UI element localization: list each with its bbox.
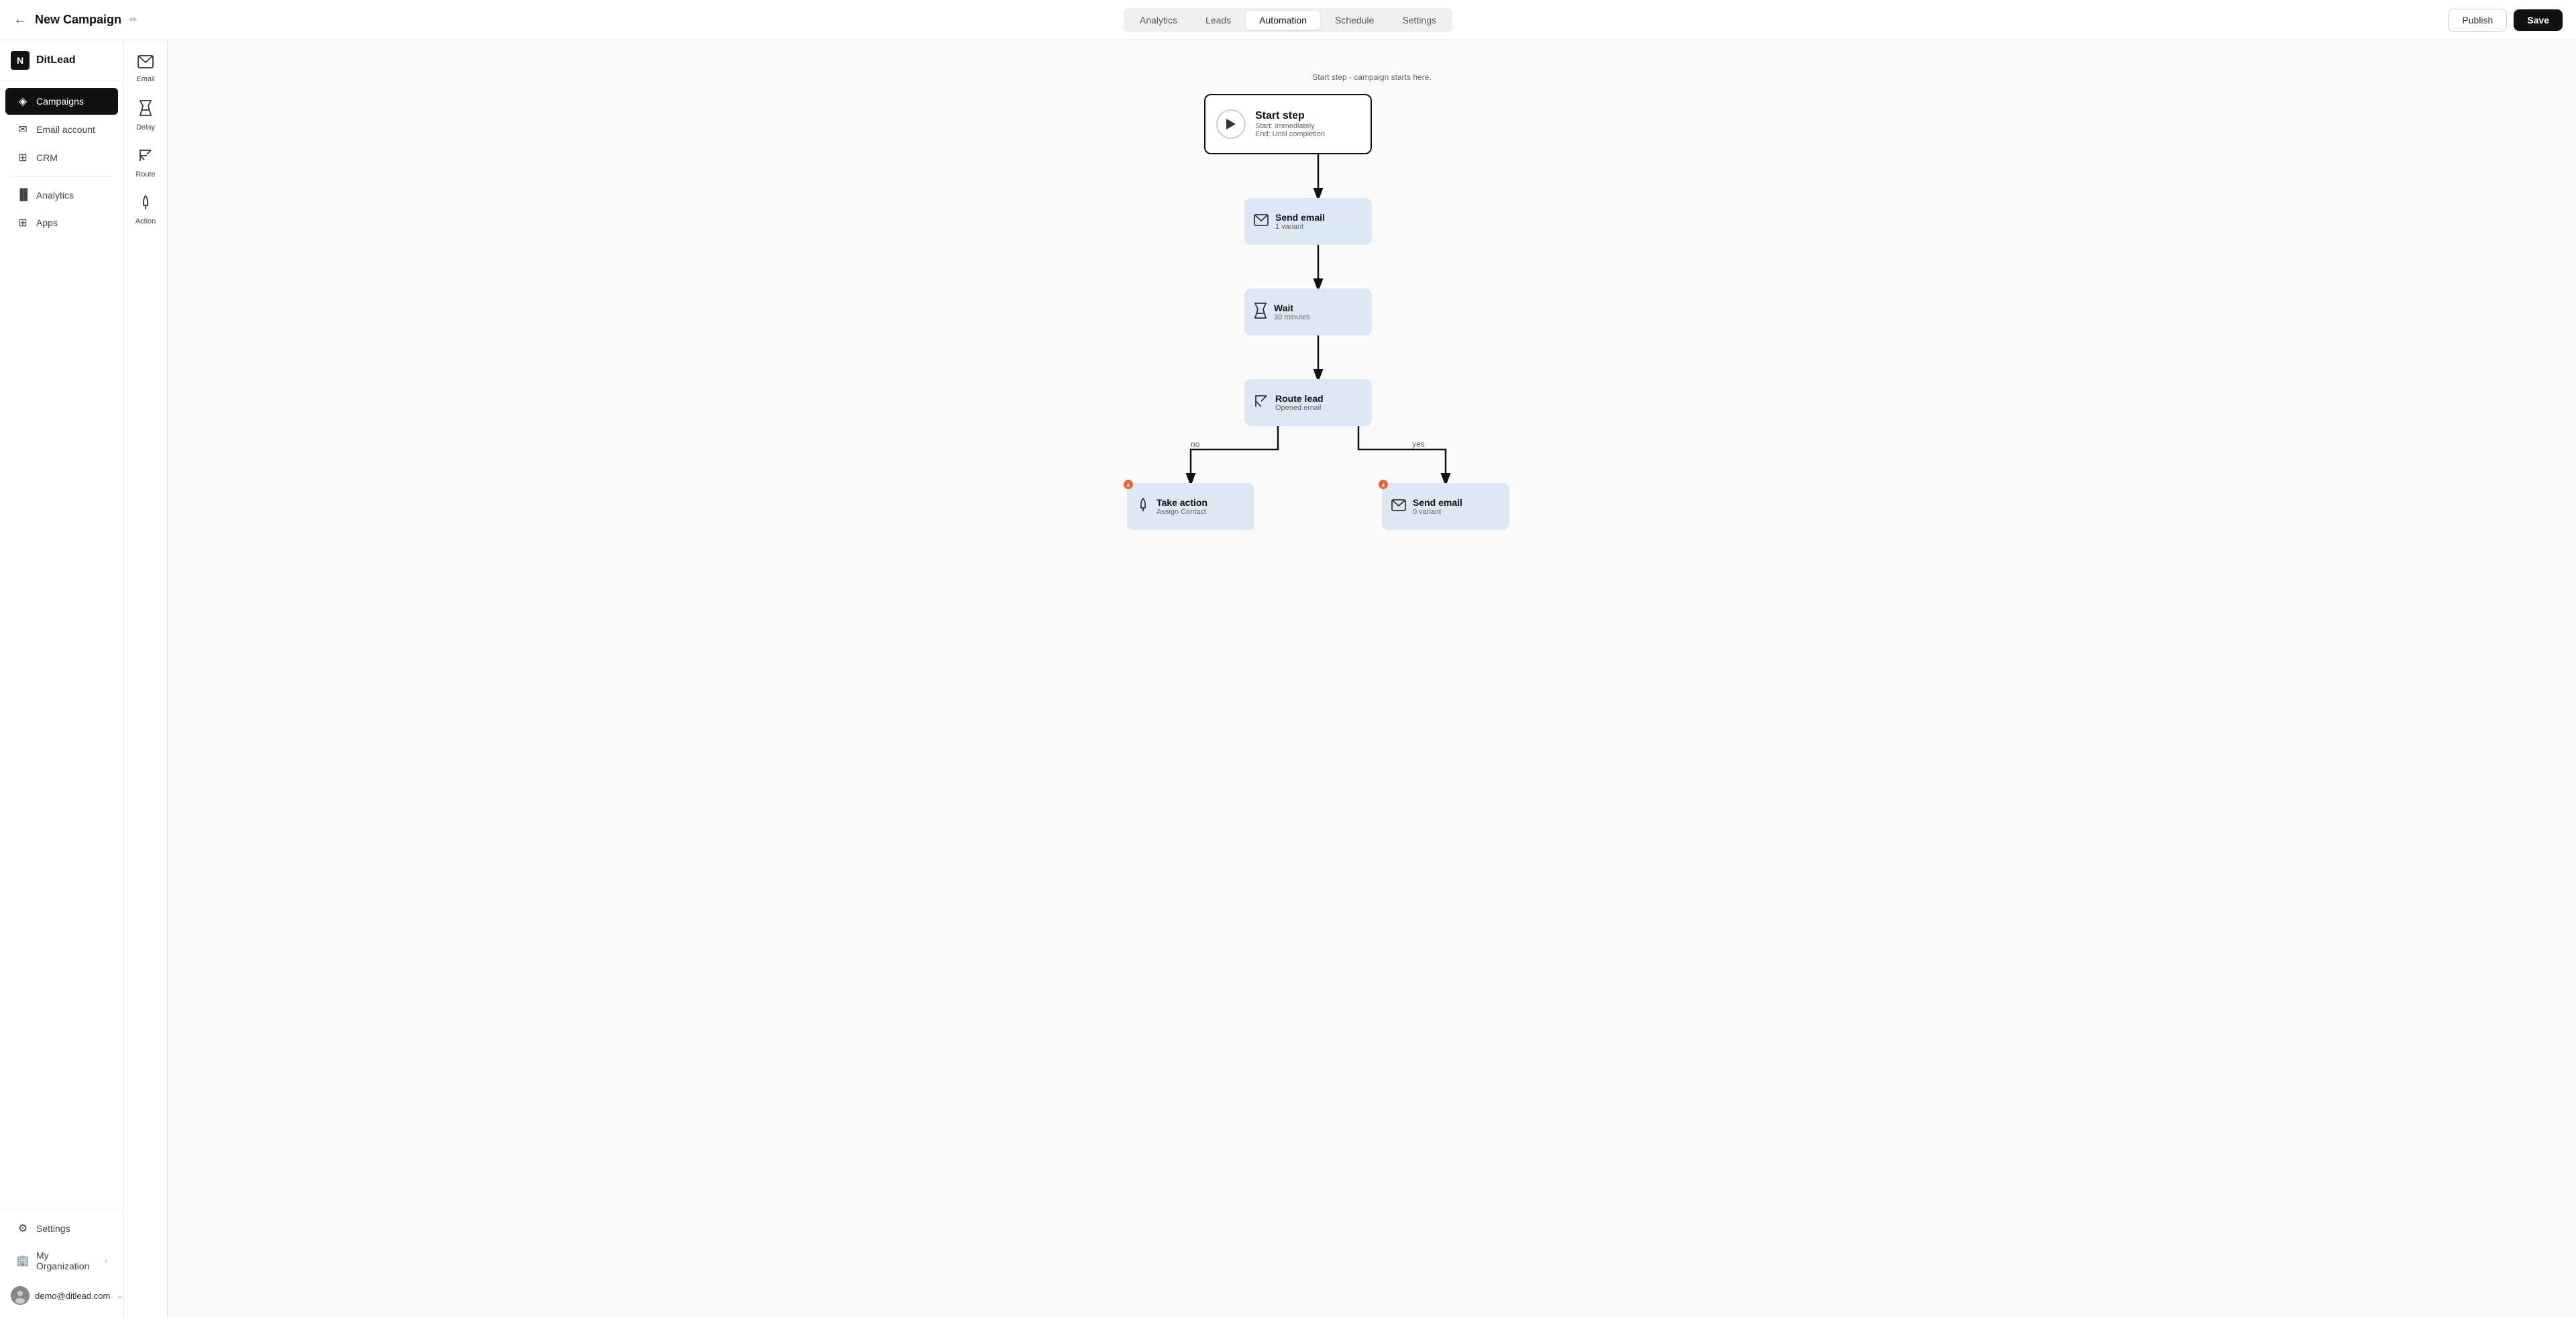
- tab-schedule[interactable]: Schedule: [1322, 11, 1387, 30]
- sidebar-item-label: Email account: [36, 124, 95, 135]
- tool-route[interactable]: Route: [127, 141, 164, 185]
- topbar: ← New Campaign ✏ Analytics Leads Automat…: [0, 0, 2576, 40]
- tab-group: Analytics Leads Automation Schedule Sett…: [1124, 8, 1452, 32]
- tool-email-label: Email: [136, 75, 155, 83]
- wait-title: Wait: [1274, 303, 1310, 313]
- brand-icon: N: [11, 51, 30, 70]
- branch-yes-label: yes: [1412, 439, 1425, 449]
- tool-panel: Email Delay Route: [124, 40, 168, 1317]
- tab-automation[interactable]: Automation: [1246, 11, 1320, 30]
- sidebar-item-settings[interactable]: ⚙ Settings: [5, 1215, 118, 1242]
- topbar-tabs: Analytics Leads Automation Schedule Sett…: [161, 8, 2415, 32]
- send-email-2-title: Send email: [1413, 497, 1462, 508]
- wait-sub: 30 minutes: [1274, 313, 1310, 321]
- sidebar-item-label: Analytics: [36, 190, 74, 201]
- node-take-action[interactable]: ▲ Take action Assign Contact: [1127, 483, 1254, 530]
- sidebar-item-analytics[interactable]: ▐▌ Analytics: [5, 182, 118, 208]
- route-icon: [1254, 394, 1269, 412]
- apps-icon: ⊞: [16, 216, 30, 229]
- nav-divider: [11, 176, 113, 177]
- send-email-1-title: Send email: [1275, 212, 1325, 223]
- canvas: Start step - campaign starts here. Start…: [168, 40, 2576, 1317]
- flow-arrows: [902, 40, 1841, 644]
- settings-icon: ⚙: [16, 1222, 30, 1235]
- tool-action-label: Action: [136, 217, 156, 225]
- sidebar-item-crm[interactable]: ⊞ CRM: [5, 144, 118, 171]
- save-button[interactable]: Save: [2514, 9, 2563, 31]
- sidebar-item-label: My Organization: [36, 1250, 98, 1271]
- node-route[interactable]: Route lead Opened email: [1244, 379, 1372, 426]
- tab-leads[interactable]: Leads: [1192, 11, 1244, 30]
- tab-settings[interactable]: Settings: [1389, 11, 1450, 30]
- sidebar: N DitLead ◈ Campaigns ✉ Email account ⊞ …: [0, 40, 124, 1317]
- take-action-sub: Assign Contact: [1157, 508, 1208, 516]
- send-email-2-icon: [1391, 499, 1406, 515]
- route-title: Route lead: [1275, 393, 1324, 404]
- tab-analytics[interactable]: Analytics: [1126, 11, 1191, 30]
- sidebar-bottom: ⚙ Settings 🏢 My Organization › demo@ditl…: [0, 1208, 123, 1317]
- sidebar-brand: N DitLead: [0, 40, 123, 81]
- sidebar-item-label: Campaigns: [36, 96, 84, 107]
- user-chevron: ⌄: [117, 1291, 123, 1300]
- play-button: [1216, 109, 1246, 139]
- tool-email[interactable]: Email: [127, 48, 164, 90]
- warning-dot-send2: ▲: [1379, 480, 1388, 489]
- main-layout: N DitLead ◈ Campaigns ✉ Email account ⊞ …: [0, 40, 2576, 1317]
- sidebar-item-label: Settings: [36, 1223, 70, 1234]
- node-wait[interactable]: Wait 30 minutes: [1244, 288, 1372, 335]
- email-tool-icon: [138, 55, 154, 72]
- publish-button[interactable]: Publish: [2448, 9, 2507, 32]
- node-start-sub1: Start: Immediately: [1255, 122, 1325, 130]
- campaign-title: New Campaign: [35, 13, 121, 27]
- warning-dot-action: ▲: [1124, 480, 1133, 489]
- tool-delay[interactable]: Delay: [127, 93, 164, 138]
- sidebar-item-apps[interactable]: ⊞ Apps: [5, 209, 118, 236]
- branch-no-label: no: [1191, 439, 1199, 449]
- brand-name: DitLead: [36, 54, 76, 66]
- start-label: Start step - campaign starts here.: [1271, 72, 1472, 82]
- wait-icon: [1254, 302, 1267, 323]
- send-email-icon: [1254, 214, 1269, 229]
- node-send-email-2[interactable]: ▲ Send email 0 variant: [1382, 483, 1509, 530]
- canvas-inner: Start step - campaign starts here. Start…: [902, 40, 1841, 644]
- sidebar-item-email-account[interactable]: ✉ Email account: [5, 116, 118, 143]
- sidebar-item-campaigns[interactable]: ◈ Campaigns: [5, 88, 118, 115]
- analytics-icon: ▐▌: [16, 189, 30, 201]
- send-email-2-sub: 0 variant: [1413, 508, 1462, 516]
- org-icon: 🏢: [16, 1254, 30, 1267]
- user-footer[interactable]: demo@ditlead.com ⌄: [0, 1279, 123, 1312]
- send-email-1-sub: 1 variant: [1275, 223, 1325, 231]
- tool-delay-label: Delay: [136, 123, 155, 131]
- crm-icon: ⊞: [16, 151, 30, 164]
- take-action-title: Take action: [1157, 497, 1208, 508]
- tool-action[interactable]: Action: [127, 188, 164, 232]
- node-start-sub2: End: Until completion: [1255, 130, 1325, 138]
- action-tool-icon: [138, 195, 153, 215]
- sidebar-item-label: Apps: [36, 217, 58, 228]
- campaigns-icon: ◈: [16, 95, 30, 108]
- sidebar-item-label: CRM: [36, 152, 58, 163]
- route-sub: Opened email: [1275, 404, 1324, 412]
- node-start-title: Start step: [1255, 110, 1325, 122]
- edit-icon[interactable]: ✏: [129, 14, 138, 25]
- tool-route-label: Route: [136, 170, 155, 178]
- action-icon: [1136, 498, 1150, 516]
- route-tool-icon: [138, 148, 154, 168]
- email-account-icon: ✉: [16, 123, 30, 136]
- user-email: demo@ditlead.com: [35, 1291, 110, 1301]
- topbar-left: ← New Campaign ✏: [13, 12, 161, 28]
- avatar: [11, 1286, 30, 1305]
- back-button[interactable]: ←: [13, 12, 27, 28]
- sidebar-nav: ◈ Campaigns ✉ Email account ⊞ CRM ▐▌ Ana…: [0, 81, 123, 1208]
- topbar-actions: Publish Save: [2415, 9, 2563, 32]
- sidebar-item-my-organization[interactable]: 🏢 My Organization ›: [5, 1243, 118, 1278]
- node-start[interactable]: Start step Start: Immediately End: Until…: [1204, 94, 1372, 154]
- node-start-content: Start step Start: Immediately End: Until…: [1255, 110, 1325, 138]
- node-send-email-1[interactable]: Send email 1 variant: [1244, 198, 1372, 245]
- delay-tool-icon: [138, 99, 153, 121]
